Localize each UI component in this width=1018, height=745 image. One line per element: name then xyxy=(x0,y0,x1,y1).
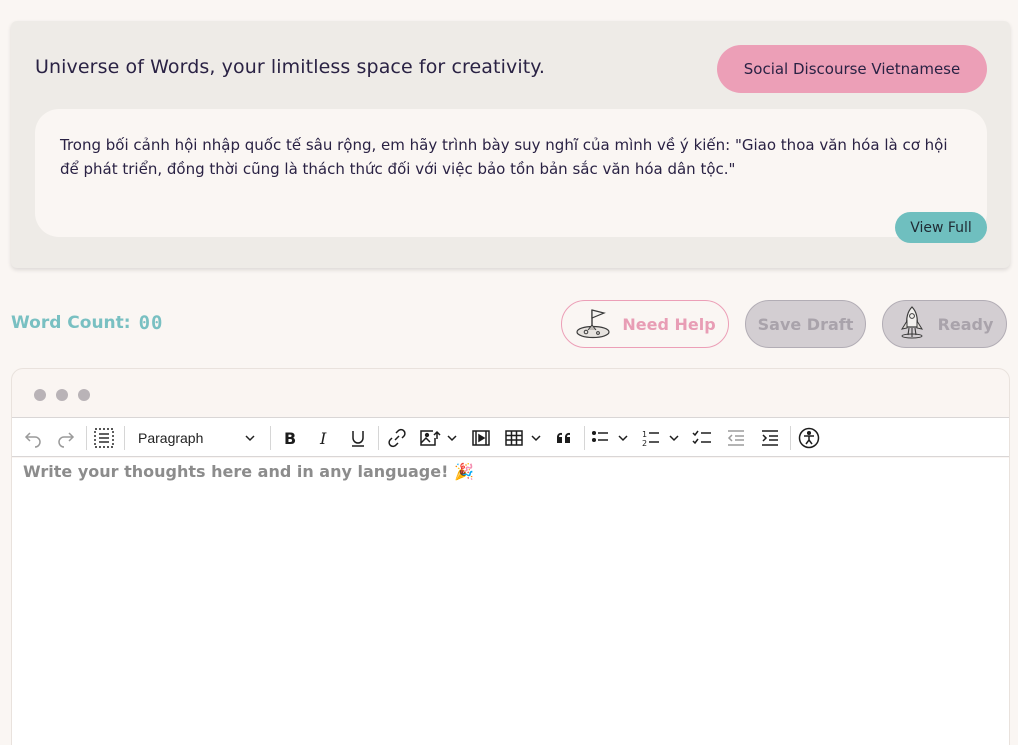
toolbar-divider xyxy=(378,426,379,450)
paragraph-format-value: Paragraph xyxy=(138,430,204,446)
outdent-icon[interactable] xyxy=(725,426,747,450)
need-help-label: Need Help xyxy=(622,314,716,334)
rocket-icon xyxy=(896,305,928,343)
blockquote-icon[interactable] xyxy=(553,426,575,450)
ready-button[interactable]: Ready xyxy=(882,300,1007,348)
prompt-card: Universe of Words, your limitless space … xyxy=(11,21,1010,268)
editor-toolbar: Paragraph B I 1 2 xyxy=(12,417,1009,457)
question-text: Trong bối cảnh hội nhập quốc tế sâu rộng… xyxy=(60,136,948,178)
editor-panel: Paragraph B I 1 2 Write your thoughts he… xyxy=(11,368,1010,745)
numbered-list-icon[interactable]: 12 xyxy=(641,426,681,450)
bulleted-list-icon[interactable] xyxy=(590,426,630,450)
todo-list-icon[interactable] xyxy=(691,426,713,450)
question-box: Trong bối cảnh hội nhập quốc tế sâu rộng… xyxy=(35,109,987,237)
topic-badge[interactable]: Social Discourse Vietnamese xyxy=(717,45,987,93)
select-all-icon[interactable] xyxy=(92,426,116,450)
svg-text:1: 1 xyxy=(642,430,647,439)
insert-table-icon[interactable] xyxy=(504,426,542,450)
ready-label: Ready xyxy=(937,314,994,334)
underline-icon[interactable] xyxy=(347,426,369,450)
media-embed-icon[interactable] xyxy=(470,426,492,450)
indent-icon[interactable] xyxy=(759,426,781,450)
toolbar-divider xyxy=(584,426,585,450)
svg-text:I: I xyxy=(319,429,327,448)
word-count-value: 00 xyxy=(138,312,164,334)
need-help-button[interactable]: Need Help xyxy=(561,300,729,348)
window-dot xyxy=(34,389,46,401)
italic-icon[interactable]: I xyxy=(313,426,335,450)
writing-area[interactable]: Write your thoughts here and in any lang… xyxy=(12,458,1009,745)
word-count: Word Count: 00 xyxy=(11,312,163,334)
word-count-label: Word Count: xyxy=(11,313,131,333)
window-dot xyxy=(56,389,68,401)
redo-icon[interactable] xyxy=(55,426,77,450)
toolbar-divider xyxy=(86,426,87,450)
toolbar-divider xyxy=(270,426,271,450)
view-full-button[interactable]: View Full xyxy=(895,212,987,243)
undo-icon[interactable] xyxy=(22,426,44,450)
window-dot xyxy=(78,389,90,401)
toolbar-divider xyxy=(124,426,125,450)
save-draft-button[interactable]: Save Draft xyxy=(745,300,866,348)
paragraph-format-select[interactable]: Paragraph xyxy=(130,426,262,450)
accessibility-icon[interactable] xyxy=(797,426,821,450)
chevron-down-icon xyxy=(244,431,256,447)
editor-placeholder: Write your thoughts here and in any lang… xyxy=(23,462,474,481)
link-icon[interactable] xyxy=(386,426,408,450)
insert-image-icon[interactable] xyxy=(417,426,457,450)
moon-flag-icon xyxy=(574,305,612,343)
bold-icon[interactable]: B xyxy=(279,426,301,450)
toolbar-divider xyxy=(790,426,791,450)
svg-text:B: B xyxy=(284,429,296,448)
svg-text:2: 2 xyxy=(642,439,647,448)
window-dots xyxy=(34,389,90,401)
page-title: Universe of Words, your limitless space … xyxy=(35,56,546,78)
